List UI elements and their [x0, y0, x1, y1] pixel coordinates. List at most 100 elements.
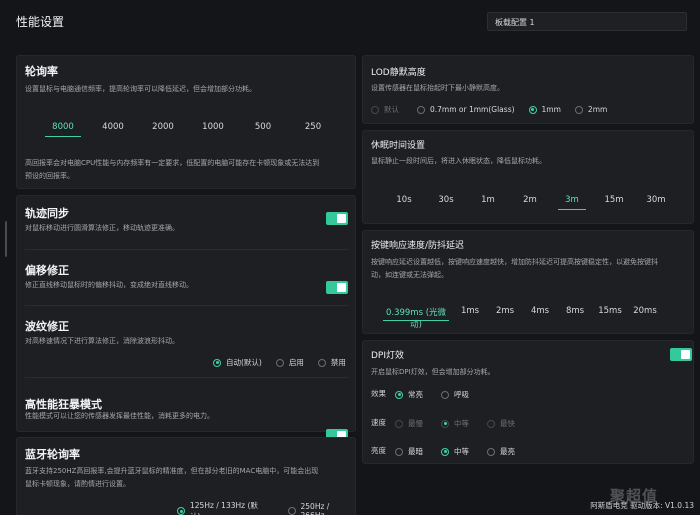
- lod-radios-radio[interactable]: 2mm: [574, 105, 608, 114]
- radio-label: 最慢: [408, 419, 423, 428]
- debounce-tabs-option[interactable]: 8ms: [561, 304, 589, 321]
- bt-radios-radio[interactable]: 125Hz / 133Hz (默认): [177, 500, 268, 515]
- radio-label: 中等: [454, 419, 469, 428]
- debounce-tabs-option[interactable]: 4ms: [526, 304, 554, 321]
- sensor-options-panel: 轨迹同步 对鼠标移动进行圆滑算法修正，移动轨迹更准确。 偏移修正 修正直线移动鼠…: [16, 195, 356, 442]
- brightness-label: 亮度: [371, 446, 386, 455]
- effect-radios-radio[interactable]: 呼吸: [441, 389, 469, 400]
- brightness-options: 最暗 中等 最亮: [395, 446, 515, 457]
- debounce-tabs-option[interactable]: 20ms: [631, 304, 659, 321]
- sleep-tabs-option[interactable]: 2m: [516, 193, 544, 210]
- sleep-tabs-option[interactable]: 30m: [642, 193, 670, 210]
- radio-dot-icon: [487, 447, 495, 456]
- polling-tabs-option[interactable]: 2000: [145, 120, 181, 137]
- speed-radios-radio[interactable]: 最慢: [395, 418, 423, 429]
- radio-label: 最亮: [500, 447, 515, 456]
- effect-radios-radio[interactable]: 常亮: [395, 389, 423, 400]
- lod-radios-radio[interactable]: 默认: [371, 104, 399, 115]
- sleep-tabs-option[interactable]: 1m: [474, 193, 502, 210]
- dpi-light-panel: DPI灯效 开启鼠标DPI灯效，但会增加部分功耗。 效果 常亮 呼吸 速度 最慢中…: [362, 340, 694, 464]
- divider: [25, 377, 349, 378]
- debounce-tabs-option[interactable]: 15ms: [596, 304, 624, 321]
- sleep-tabs: 10s 30s 1m 2m 3m 15m 30m: [390, 193, 670, 210]
- angle-snap-toggle[interactable]: [326, 281, 348, 294]
- sleep-tabs-option[interactable]: 10s: [390, 193, 418, 210]
- debounce-desc-line-1: 按键响应延迟设置越低，按键响应速度越快，增加防抖延迟可提高按键稳定性，以避免按键…: [371, 258, 658, 266]
- debounce-panel: 按键响应速度/防抖延迟 按键响应延迟设置越低，按键响应速度越快，增加防抖延迟可提…: [362, 230, 694, 334]
- debounce-tabs-option[interactable]: 2ms: [491, 304, 519, 321]
- sleep-title: 休眠时间设置: [371, 141, 426, 151]
- polling-tabs-option[interactable]: 500: [245, 120, 281, 137]
- ripple-radios-radio[interactable]: 自动(默认): [213, 357, 262, 368]
- toggle-knob: [337, 283, 346, 292]
- radio-label: 中等: [454, 447, 469, 456]
- polling-tabs-option[interactable]: 250: [295, 120, 331, 137]
- turbo-mode-desc: 性能模式可以让您的传感器发挥最佳性能，消耗更多的电力。: [25, 412, 214, 420]
- bluetooth-polling-title: 蓝牙轮询率: [25, 448, 80, 461]
- polling-rate-tabs: 8000 4000 2000 1000 500 250: [45, 120, 331, 137]
- bt-desc-line-2: 鼠标卡顿现象，请酌情进行设置。: [25, 480, 130, 488]
- lod-radios-radio[interactable]: 0.7mm or 1mm(Glass): [417, 105, 515, 114]
- speed-radios-radio[interactable]: 中等: [441, 418, 469, 429]
- radio-label: 禁用: [330, 358, 346, 367]
- radio-label: 呼吸: [454, 390, 469, 399]
- lod-options: 默认 0.7mm or 1mm(Glass) 1mm 2mm: [371, 104, 607, 115]
- bt-desc-line-1: 蓝牙支持250HZ高回报率,会提升蓝牙鼠标的精准度，但在部分老旧的MAC电脑中，…: [25, 467, 319, 475]
- brightness-radios-radio[interactable]: 最亮: [487, 446, 515, 457]
- sleep-tabs-option[interactable]: 30s: [432, 193, 460, 210]
- lod-radios-radio[interactable]: 1mm: [528, 105, 561, 114]
- dpi-light-toggle[interactable]: [670, 348, 692, 361]
- profile-select[interactable]: 板载配置 1: [487, 12, 687, 31]
- debounce-tabs: 0.399ms (光微动) 1ms 2ms 4ms 8ms 15ms 20ms: [383, 304, 659, 330]
- radio-dot-icon: [287, 507, 296, 515]
- effect-label: 效果: [371, 389, 386, 398]
- polling-rate-note: 高回报率会对电脑CPU性能与内存频率有一定要求，低配置的电脑可能存在卡顿现象或无…: [25, 157, 319, 183]
- debounce-tabs-option[interactable]: 0.399ms (光微动): [383, 304, 449, 330]
- polling-note-line-2: 预设的回报率。: [25, 172, 74, 180]
- radio-label: 常亮: [408, 390, 423, 399]
- bluetooth-polling-options: 125Hz / 133Hz (默认) 250Hz / 266Hz: [177, 500, 355, 515]
- radio-dot-icon: [317, 358, 326, 367]
- scrollbar-thumb[interactable]: [5, 221, 7, 257]
- radio-dot-icon: [395, 419, 403, 428]
- radio-dot-icon: [275, 358, 284, 367]
- radio-dot-icon: [395, 390, 403, 399]
- ripple-radios-radio[interactable]: 启用: [275, 357, 304, 368]
- bt-radios-radio[interactable]: 250Hz / 266Hz: [287, 502, 355, 515]
- radio-dot-icon: [574, 105, 583, 114]
- radio-dot-icon: [177, 507, 185, 515]
- effect-options: 常亮 呼吸: [395, 389, 469, 400]
- polling-tabs-option[interactable]: 8000: [45, 120, 81, 137]
- radio-label: 2mm: [587, 105, 608, 114]
- radio-label: 自动(默认): [226, 358, 262, 367]
- radio-label: 启用: [288, 358, 304, 367]
- radio-dot-icon: [213, 358, 221, 367]
- speed-radios-radio[interactable]: 最快: [487, 418, 515, 429]
- brightness-radios-radio[interactable]: 最暗: [395, 446, 423, 457]
- polling-rate-title: 轮询率: [25, 65, 58, 78]
- polling-tabs-option[interactable]: 4000: [95, 120, 131, 137]
- debounce-tabs-option[interactable]: 1ms: [456, 304, 484, 321]
- radio-dot-icon: [395, 447, 403, 456]
- radio-dot-icon: [528, 105, 537, 114]
- sleep-tabs-option[interactable]: 3m: [558, 193, 586, 210]
- motion-sync-desc: 对鼠标移动进行圆滑算法修正，移动轨迹更准确。: [25, 224, 179, 232]
- motion-sync-title: 轨迹同步: [25, 207, 69, 220]
- debounce-desc-line-2: 动，如连键或无法弹起。: [371, 271, 448, 279]
- lod-panel: LOD静默高度 设置传感器在鼠标抬起时下最小静默高度。 默认 0.7mm or 1…: [362, 55, 694, 124]
- radio-dot-icon: [441, 390, 449, 399]
- dpi-light-desc: 开启鼠标DPI灯效，但会增加部分功耗。: [371, 368, 495, 376]
- sleep-tabs-option[interactable]: 15m: [600, 193, 628, 210]
- debounce-desc: 按键响应延迟设置越低，按键响应速度越快，增加防抖延迟可提高按键稳定性，以避免按键…: [371, 256, 658, 282]
- radio-label: 125Hz / 133Hz (默认): [190, 501, 258, 515]
- bluetooth-polling-desc: 蓝牙支持250HZ高回报率,会提升蓝牙鼠标的精准度，但在部分老旧的MAC电脑中，…: [25, 465, 318, 491]
- motion-sync-toggle[interactable]: [326, 212, 348, 225]
- lod-title: LOD静默高度: [371, 68, 426, 78]
- ripple-radios-radio[interactable]: 禁用: [317, 357, 346, 368]
- polling-tabs-option[interactable]: 1000: [195, 120, 231, 137]
- debounce-title: 按键响应速度/防抖延迟: [371, 241, 465, 251]
- radio-dot-icon: [487, 419, 495, 428]
- divider: [25, 305, 349, 306]
- radio-label: 0.7mm or 1mm(Glass): [430, 105, 515, 114]
- brightness-radios-radio[interactable]: 中等: [441, 446, 469, 457]
